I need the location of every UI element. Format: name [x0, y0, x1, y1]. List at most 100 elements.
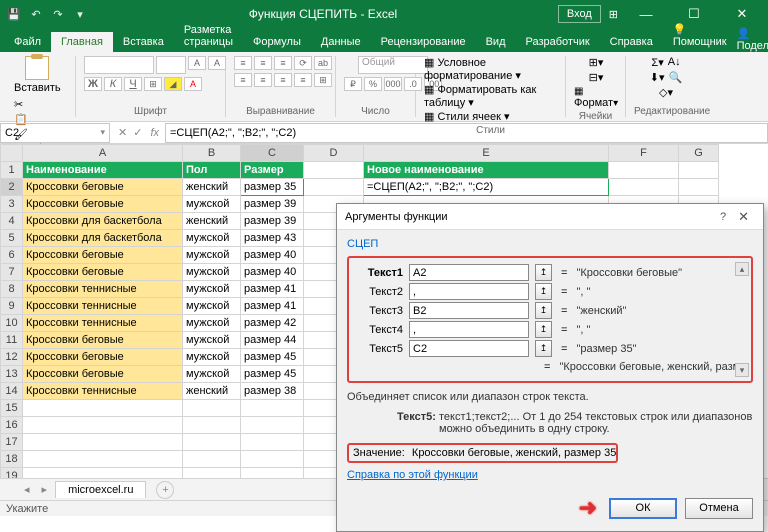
row-header-15[interactable]: 15 [1, 400, 23, 417]
cell-A11[interactable]: Кроссовки беговые [23, 332, 183, 349]
cell-A15[interactable] [23, 400, 183, 417]
args-scroll-down-icon[interactable]: ▾ [735, 363, 749, 377]
autosum-icon[interactable]: Σ▾ [651, 56, 663, 69]
cell-C7[interactable]: размер 40 [241, 264, 304, 281]
cell-B11[interactable]: мужской [183, 332, 241, 349]
cell-B2[interactable]: женский [183, 179, 241, 196]
row-header-2[interactable]: 2 [1, 179, 23, 196]
tab-formulas[interactable]: Формулы [243, 32, 311, 52]
cell-C15[interactable] [241, 400, 304, 417]
cell-B7[interactable]: мужской [183, 264, 241, 281]
align-mid-icon[interactable]: ≡ [254, 56, 272, 70]
currency-icon[interactable]: ₽ [344, 77, 362, 91]
cell-A18[interactable] [23, 451, 183, 468]
cell-C5[interactable]: размер 43 [241, 230, 304, 247]
sheet-nav-next-icon[interactable]: ▸ [38, 483, 52, 496]
row-header-18[interactable]: 18 [1, 451, 23, 468]
cell-G1[interactable] [679, 162, 719, 179]
cell-A12[interactable]: Кроссовки беговые [23, 349, 183, 366]
qat-dropdown-icon[interactable]: ▾ [72, 6, 88, 22]
row-header-4[interactable]: 4 [1, 213, 23, 230]
cell-B8[interactable]: мужской [183, 281, 241, 298]
fill-icon[interactable]: ⬇▾ [650, 71, 665, 84]
arg-input-0[interactable] [409, 264, 529, 281]
cancel-button[interactable]: Отмена [685, 498, 753, 519]
cancel-formula-icon[interactable]: ✕ [118, 126, 127, 139]
formula-bar[interactable]: =СЦЕП(A2;", ";B2;", ";C2) [165, 123, 768, 143]
cell-A6[interactable]: Кроссовки беговые [23, 247, 183, 264]
wrap-icon[interactable]: ab [314, 56, 332, 70]
name-box[interactable]: C2▾ [0, 123, 110, 143]
col-header-B[interactable]: B [183, 145, 241, 162]
bold-button[interactable]: Ж [84, 77, 102, 91]
save-icon[interactable]: 💾 [6, 6, 22, 22]
col-header-C[interactable]: C [241, 145, 304, 162]
cell-C18[interactable] [241, 451, 304, 468]
align-bot-icon[interactable]: ≡ [274, 56, 292, 70]
arg-ref-button-1[interactable]: ↥ [535, 283, 552, 300]
function-help-link[interactable]: Справка по этой функции [347, 469, 478, 481]
tab-review[interactable]: Рецензирование [371, 32, 476, 52]
shrink-font-icon[interactable]: A [208, 56, 226, 70]
tab-data[interactable]: Данные [311, 32, 371, 52]
cell-G2[interactable] [679, 179, 719, 196]
cell-C11[interactable]: размер 44 [241, 332, 304, 349]
cell-A5[interactable]: Кроссовки для баскетбола [23, 230, 183, 247]
tab-layout[interactable]: Разметка страницы [174, 20, 243, 52]
col-header-G[interactable]: G [679, 145, 719, 162]
align-top-icon[interactable]: ≡ [234, 56, 252, 70]
cell-A14[interactable]: Кроссовки теннисные [23, 383, 183, 400]
cell-B1[interactable]: Пол [183, 162, 241, 179]
fill-color-button[interactable]: ◢ [164, 77, 182, 91]
cell-A2[interactable]: Кроссовки беговые [23, 179, 183, 196]
arg-input-4[interactable] [409, 340, 529, 357]
cell-B13[interactable]: мужской [183, 366, 241, 383]
cell-A17[interactable] [23, 434, 183, 451]
font-color-button[interactable]: A [184, 77, 202, 91]
cell-B18[interactable] [183, 451, 241, 468]
align-left-icon[interactable]: ≡ [234, 73, 252, 87]
tab-file[interactable]: Файл [4, 32, 51, 52]
args-scroll-up-icon[interactable]: ▴ [735, 262, 749, 276]
find-icon[interactable]: 🔍 [669, 71, 683, 84]
cond-format-button[interactable]: ▦ Условное форматирование ▾ [424, 56, 557, 82]
row-header-7[interactable]: 7 [1, 264, 23, 281]
row-header-3[interactable]: 3 [1, 196, 23, 213]
cell-D1[interactable] [304, 162, 364, 179]
cell-E1[interactable]: Новое наименование [364, 162, 609, 179]
font-select[interactable] [84, 56, 154, 74]
tab-home[interactable]: Главная [51, 32, 113, 52]
tab-insert[interactable]: Вставка [113, 32, 174, 52]
align-right-icon[interactable]: ≡ [274, 73, 292, 87]
comma-icon[interactable]: 000 [384, 77, 402, 91]
arg-input-3[interactable] [409, 321, 529, 338]
format-table-button[interactable]: ▦ Форматировать как таблицу ▾ [424, 83, 557, 109]
cell-A4[interactable]: Кроссовки для баскетбола [23, 213, 183, 230]
arg-ref-button-4[interactable]: ↥ [535, 340, 552, 357]
arg-input-2[interactable] [409, 302, 529, 319]
arg-ref-button-3[interactable]: ↥ [535, 321, 552, 338]
ribbon-options-icon[interactable]: ⊞ [609, 8, 618, 21]
sort-icon[interactable]: A↓ [668, 56, 681, 69]
cell-B3[interactable]: мужской [183, 196, 241, 213]
indent-dec-icon[interactable]: ≡ [294, 73, 312, 87]
col-header-A[interactable]: A [23, 145, 183, 162]
row-header-10[interactable]: 10 [1, 315, 23, 332]
cell-C9[interactable]: размер 41 [241, 298, 304, 315]
cell-B5[interactable]: мужской [183, 230, 241, 247]
cell-F1[interactable] [609, 162, 679, 179]
row-header-9[interactable]: 9 [1, 298, 23, 315]
cell-A7[interactable]: Кроссовки беговые [23, 264, 183, 281]
cell-B10[interactable]: мужской [183, 315, 241, 332]
cell-C12[interactable]: размер 45 [241, 349, 304, 366]
tab-assistant[interactable]: 💡 Помощник [663, 19, 737, 52]
row-header-8[interactable]: 8 [1, 281, 23, 298]
cell-B15[interactable] [183, 400, 241, 417]
cell-B14[interactable]: женский [183, 383, 241, 400]
cell-A10[interactable]: Кроссовки теннисные [23, 315, 183, 332]
cell-styles-button[interactable]: ▦ Стили ячеек ▾ [424, 110, 510, 123]
cell-C4[interactable]: размер 39 [241, 213, 304, 230]
row-header-11[interactable]: 11 [1, 332, 23, 349]
fx-icon[interactable]: fx [150, 127, 165, 139]
underline-button[interactable]: Ч [124, 77, 142, 91]
